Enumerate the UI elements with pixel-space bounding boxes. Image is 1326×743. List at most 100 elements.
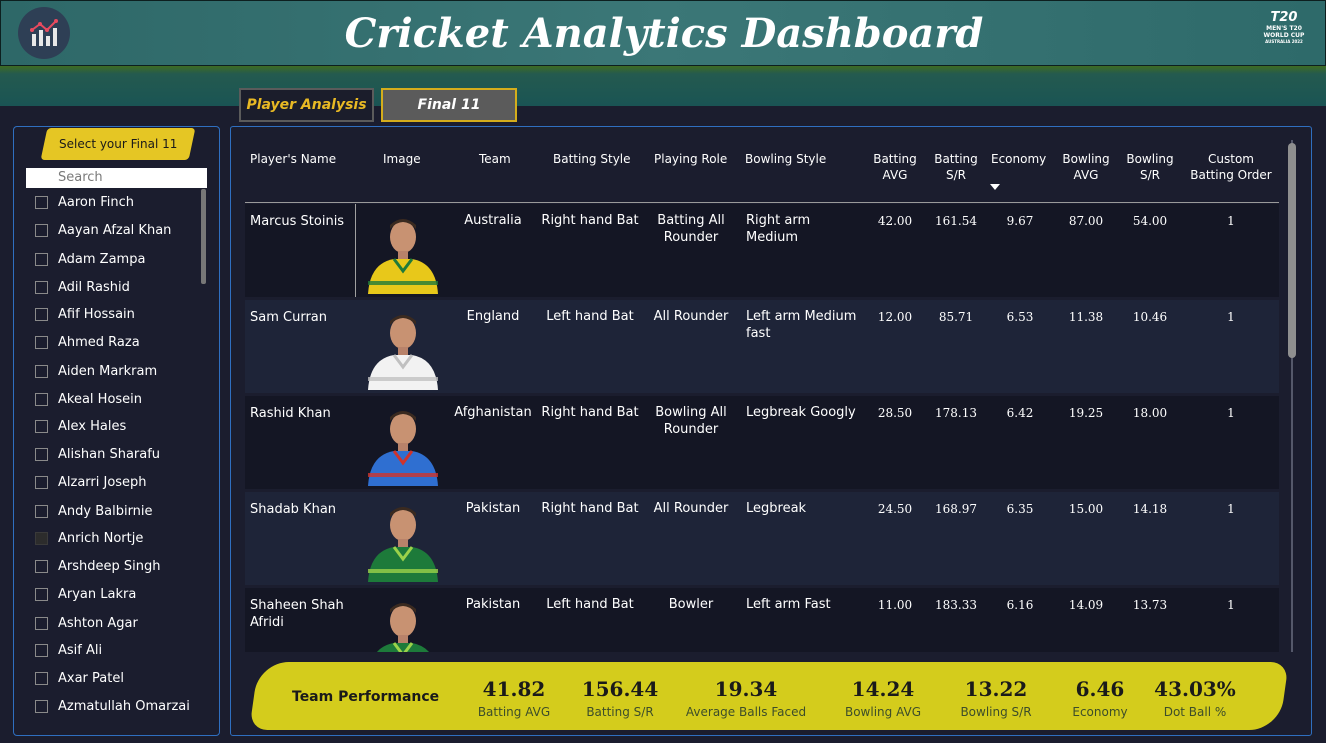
col-header-name[interactable]: Player's Name [250, 151, 336, 167]
slicer-item[interactable]: Aryan Lakra [35, 580, 136, 608]
slicer-item-label: Andy Balbirnie [58, 503, 153, 519]
table-row[interactable]: Shaheen Shah Afridi Pakistan Left hand Bat… [245, 588, 1279, 652]
checkbox[interactable] [35, 335, 48, 349]
col-header-batting-style[interactable]: Batting Style [553, 151, 631, 167]
slicer-item[interactable]: Azmatullah Omarzai [35, 692, 190, 720]
checkbox[interactable] [35, 280, 48, 294]
world-cup-logo: T20 MEN'S T20 WORLD CUP AUSTRALIA 2022 [1263, 10, 1305, 45]
team-cell: Pakistan [465, 597, 521, 612]
player-name-cell: Sam Curran [250, 310, 327, 325]
table-row[interactable]: Sam Curran England Left hand Bat All Rounde… [245, 300, 1279, 393]
col-header-economy[interactable]: Economy [991, 151, 1046, 167]
player-photo [364, 211, 442, 294]
checkbox[interactable] [35, 392, 48, 406]
table-scrollbar[interactable] [1288, 140, 1296, 652]
col-header-team[interactable]: Team [479, 151, 511, 167]
bowl-avg-cell: 11.38 [1068, 310, 1104, 324]
bat-sr-cell: 85.71 [938, 310, 974, 324]
player-name-cell: Shadab Khan [250, 502, 337, 517]
checkbox[interactable] [35, 307, 48, 321]
slicer-item[interactable]: Aayan Afzal Khan [35, 216, 171, 244]
slicer-item[interactable]: Ahmed Raza [35, 328, 140, 356]
bat-avg-cell: 12.00 [877, 310, 913, 324]
col-header-bowling-avg[interactable]: Bowling AVG [1058, 151, 1114, 183]
checkbox[interactable] [35, 671, 48, 685]
bowling-style-cell: Legbreak [746, 501, 807, 516]
checkbox[interactable] [35, 559, 48, 573]
slicer-item[interactable]: Aaron Finch [35, 188, 134, 216]
order-cell: 1 [1227, 598, 1235, 612]
slicer-item[interactable]: Adam Zampa [35, 245, 145, 273]
checkbox[interactable] [35, 616, 48, 630]
col-header-bowling-style[interactable]: Bowling Style [745, 151, 826, 167]
slicer-item[interactable]: Andy Balbirnie [35, 497, 153, 525]
checkbox[interactable] [35, 643, 48, 657]
col-header-batting-avg[interactable]: Batting AVG [869, 151, 921, 183]
economy-cell: 6.53 [1006, 310, 1034, 324]
player-name-cell: Shaheen Shah Afridi [250, 598, 344, 630]
kpi-label: Dot Ball % [1163, 705, 1227, 719]
col-header-custom-batting-order[interactable]: Custom Batting Order [1185, 151, 1277, 183]
bowl-sr-cell: 14.18 [1132, 502, 1168, 516]
order-cell: 1 [1227, 310, 1235, 324]
team-cell: Afghanistan [454, 405, 532, 420]
slicer-item[interactable]: Afif Hossain [35, 300, 135, 328]
col-header-image[interactable]: Image [383, 151, 421, 167]
tab-final-11[interactable]: Final 11 [381, 88, 517, 122]
col-header-playing-role[interactable]: Playing Role [654, 151, 727, 167]
checkbox[interactable] [35, 195, 48, 209]
kpi-card: 19.34 Average Balls Faced [676, 676, 816, 720]
checkbox[interactable] [35, 364, 48, 378]
slicer-item[interactable]: Alzarri Joseph [35, 468, 147, 496]
scrollbar-thumb[interactable] [1288, 143, 1296, 358]
slicer-item[interactable]: Aiden Markram [35, 357, 157, 385]
column-divider [355, 204, 356, 297]
col-header-bowling-sr[interactable]: Bowling S/R [1123, 151, 1177, 183]
tab-player-analysis[interactable]: Player Analysis [239, 88, 374, 122]
slicer-scrollbar[interactable] [201, 189, 206, 284]
table-row[interactable]: Shadab Khan Pakistan Right hand Bat All Rou… [245, 492, 1279, 585]
slicer-item[interactable]: Alishan Sharafu [35, 440, 160, 468]
slicer-item[interactable]: Asif Ali [35, 636, 102, 664]
slicer-item-label: Alzarri Joseph [58, 474, 147, 490]
economy-cell: 9.67 [1006, 214, 1034, 228]
checkbox[interactable] [35, 531, 48, 545]
table-header: Player's Name Image Team Batting Style P… [245, 143, 1279, 203]
checkbox[interactable] [35, 475, 48, 489]
batting-style-cell: Right hand Bat [541, 405, 639, 420]
sort-descending-icon[interactable] [990, 184, 1000, 190]
player-slicer-panel: Select your Final 11 Aaron Finch Aayan Af… [13, 126, 220, 736]
table-row[interactable]: Marcus Stoinis Australia Right hand Bat Bat… [245, 204, 1279, 297]
slicer-item[interactable]: Alex Hales [35, 412, 126, 440]
player-photo [364, 595, 442, 652]
slicer-item[interactable]: Arshdeep Singh [35, 552, 160, 580]
checkbox[interactable] [35, 504, 48, 518]
bat-sr-cell: 168.97 [935, 502, 977, 516]
checkbox[interactable] [35, 223, 48, 237]
slicer-item-label: Afif Hossain [58, 306, 135, 322]
slicer-item[interactable]: Ashton Agar [35, 609, 138, 637]
header-bar: Cricket Analytics Dashboard T20 MEN'S T2… [0, 0, 1326, 66]
col-header-batting-sr[interactable]: Batting S/R [932, 151, 980, 183]
table-body: Marcus Stoinis Australia Right hand Bat Bat… [245, 204, 1279, 652]
checkbox[interactable] [35, 252, 48, 266]
checkbox[interactable] [35, 587, 48, 601]
slicer-item[interactable]: Axar Patel [35, 664, 124, 692]
order-cell: 1 [1227, 406, 1235, 420]
slicer-item[interactable]: Akeal Hosein [35, 385, 142, 413]
bat-sr-cell: 178.13 [935, 406, 977, 420]
checkbox[interactable] [35, 419, 48, 433]
bowling-style-cell: Right arm Medium [746, 213, 811, 245]
checkbox[interactable] [35, 447, 48, 461]
slicer-item[interactable]: Adil Rashid [35, 273, 130, 301]
table-row[interactable]: Rashid Khan Afghanistan Right hand Bat Bowl… [245, 396, 1279, 489]
slicer-item-label: Ashton Agar [58, 615, 138, 631]
role-cell: Batting All Rounder [657, 213, 725, 245]
slicer-item-label: Axar Patel [58, 670, 124, 686]
slicer-item[interactable]: Anrich Nortje [35, 524, 143, 552]
role-cell: Bowling All Rounder [655, 405, 727, 437]
batting-style-cell: Right hand Bat [541, 213, 639, 228]
slicer-item-label: Adam Zampa [58, 251, 146, 267]
checkbox[interactable] [35, 699, 48, 713]
search-input[interactable] [26, 168, 207, 188]
